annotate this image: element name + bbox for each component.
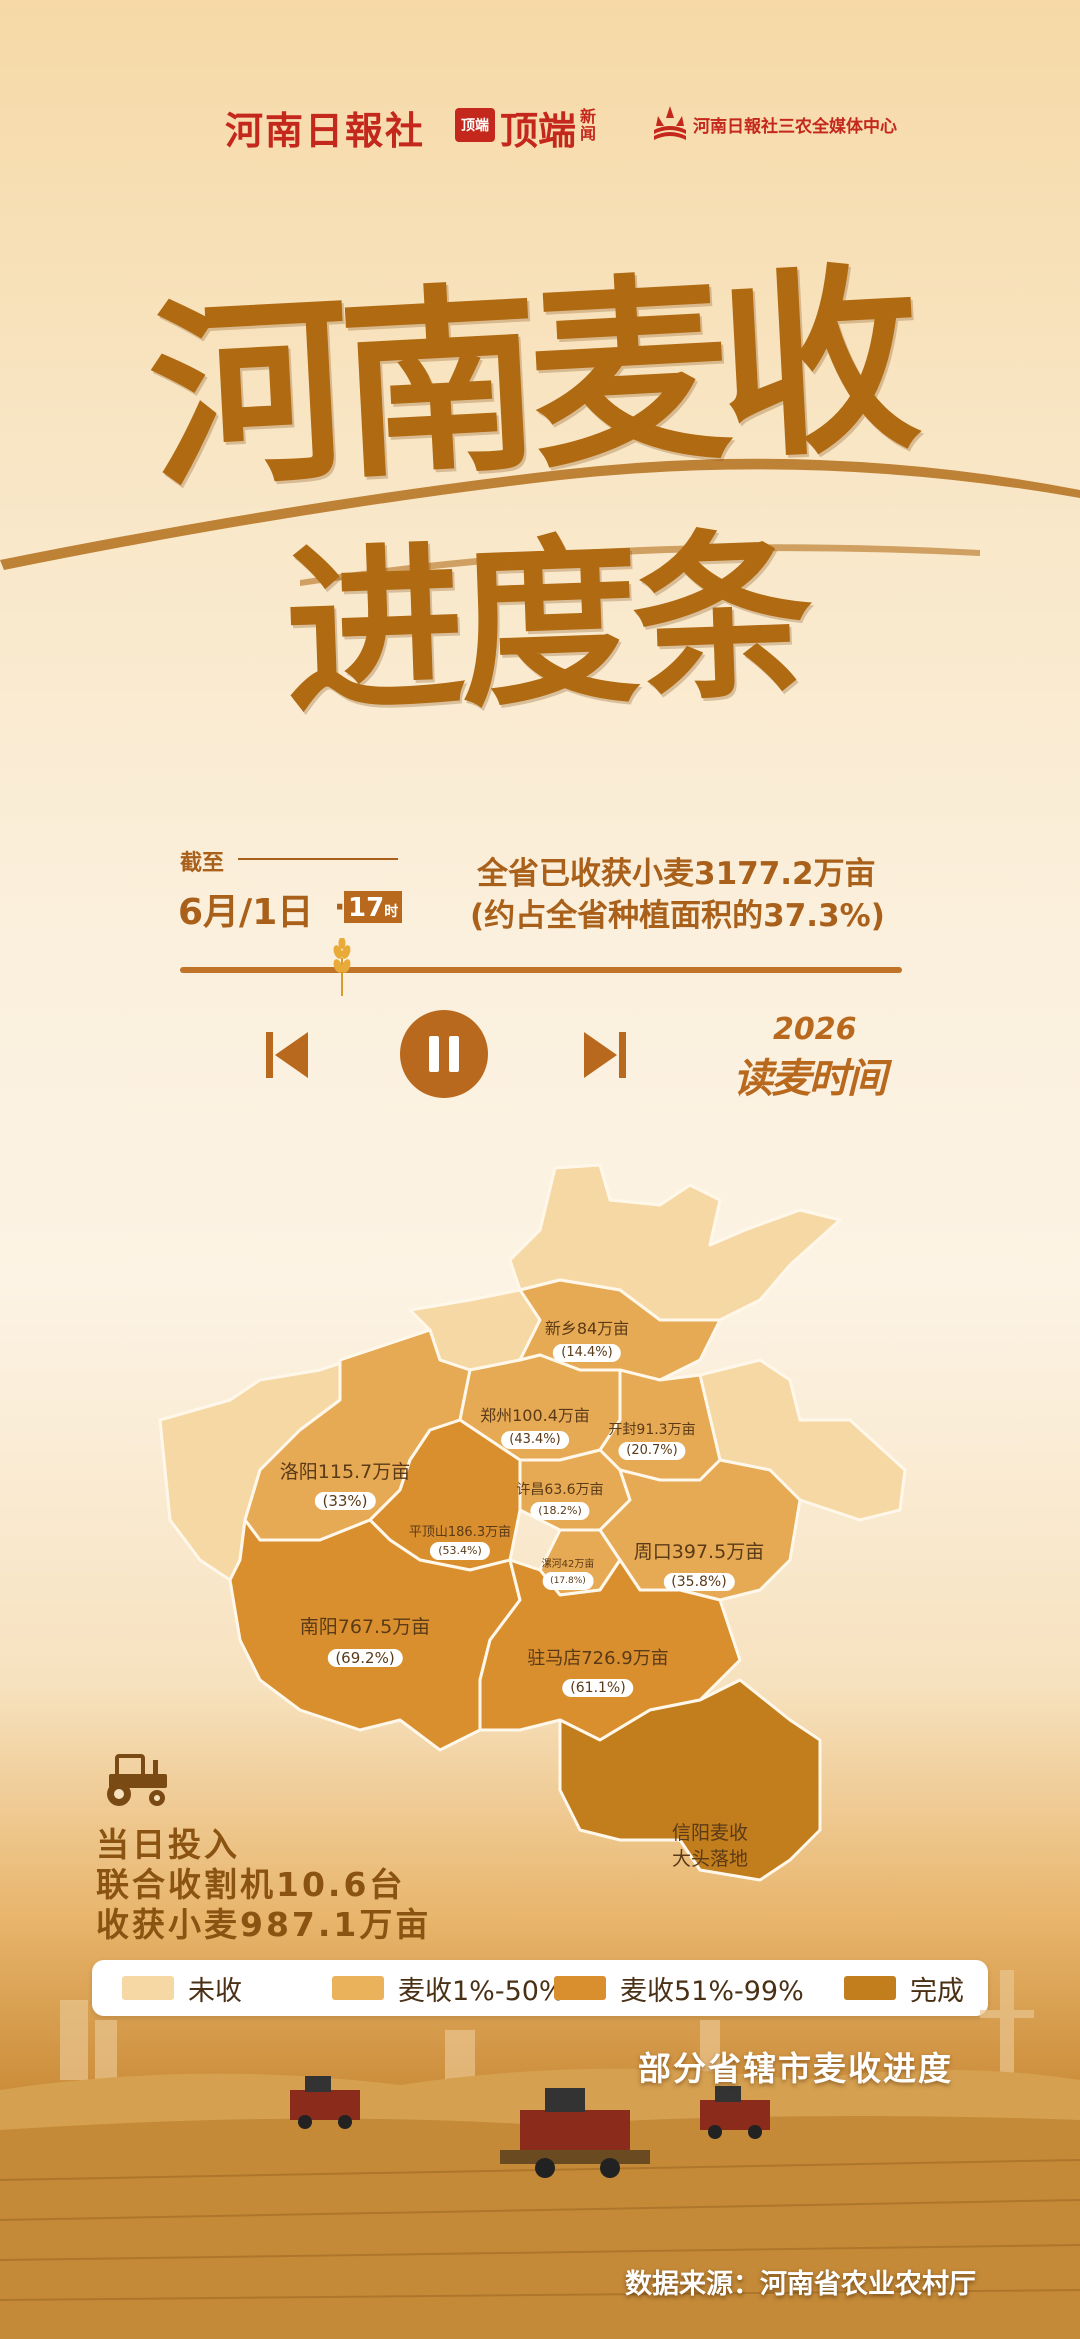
map-label-xinyang: 信阳麦收 大头落地 [672,1768,748,1898]
map-label-pct: (53.4%) [430,1542,490,1560]
map-label-name: 新乡84万亩 [544,1319,630,1338]
map-label-pct: (14.4%) [553,1344,621,1362]
map-label-name: 平顶山186.3万亩 [408,1525,512,1540]
tractor-icon [95,1752,175,1812]
map-label-zhoukou: 周口397.5万亩 (35.8%) [634,1538,764,1594]
map-label-pct: (61.1%) [562,1679,634,1697]
map-label-name: 漯河42万亩 [541,1559,595,1570]
daily-line3: 收获小麦987.1万亩 [96,1905,432,1944]
map-label-pct: (35.8%) [663,1573,735,1591]
map-label-name: 信阳麦收 大头落地 [671,1822,749,1870]
map-label-pct: (18.2%) [530,1502,590,1520]
map-label-luoyang: 洛阳115.7万亩 (33%) [280,1458,410,1514]
map-label-name: 周口397.5万亩 [633,1541,765,1563]
map-caption: 部分省辖市麦收进度 [638,2049,953,2088]
map-label-name: 洛阳115.7万亩 [279,1461,411,1483]
map-label-name: 南阳767.5万亩 [299,1616,431,1638]
map-label-pct: (20.7%) [618,1442,686,1460]
map-label-pct: (33%) [314,1492,376,1510]
map-label-name: 驻马店726.9万亩 [527,1648,669,1669]
map-label-name: 开封91.3万亩 [608,1422,696,1438]
map-label-kaifeng: 开封91.3万亩 (20.7%) [608,1420,696,1460]
map-label-luohe: 漯河42万亩 (17.8%) [541,1558,595,1590]
map-label-pingdingshan: 平顶山186.3万亩 (53.4%) [409,1524,511,1560]
data-source: 数据来源：河南省农业农村厅 [625,2269,976,2300]
map-label-xuchang: 许昌63.6万亩 (18.2%) [516,1480,604,1520]
map-label-zhumadian: 驻马店726.9万亩 (61.1%) [527,1645,669,1701]
map-label-zhengzhou: 郑州100.4万亩 (43.4%) [480,1405,590,1449]
map-label-name: 郑州100.4万亩 [480,1406,590,1425]
map-label-pct: (17.8%) [542,1572,594,1590]
map-label-xinxiang: 新乡84万亩 (14.4%) [545,1318,629,1362]
map-label-name: 许昌63.6万亩 [516,1482,604,1498]
map-label-pct: (69.2%) [327,1649,403,1667]
map-label-nanyang: 南阳767.5万亩 (69.2%) [300,1612,430,1672]
map-label-pct: (43.4%) [501,1431,569,1449]
